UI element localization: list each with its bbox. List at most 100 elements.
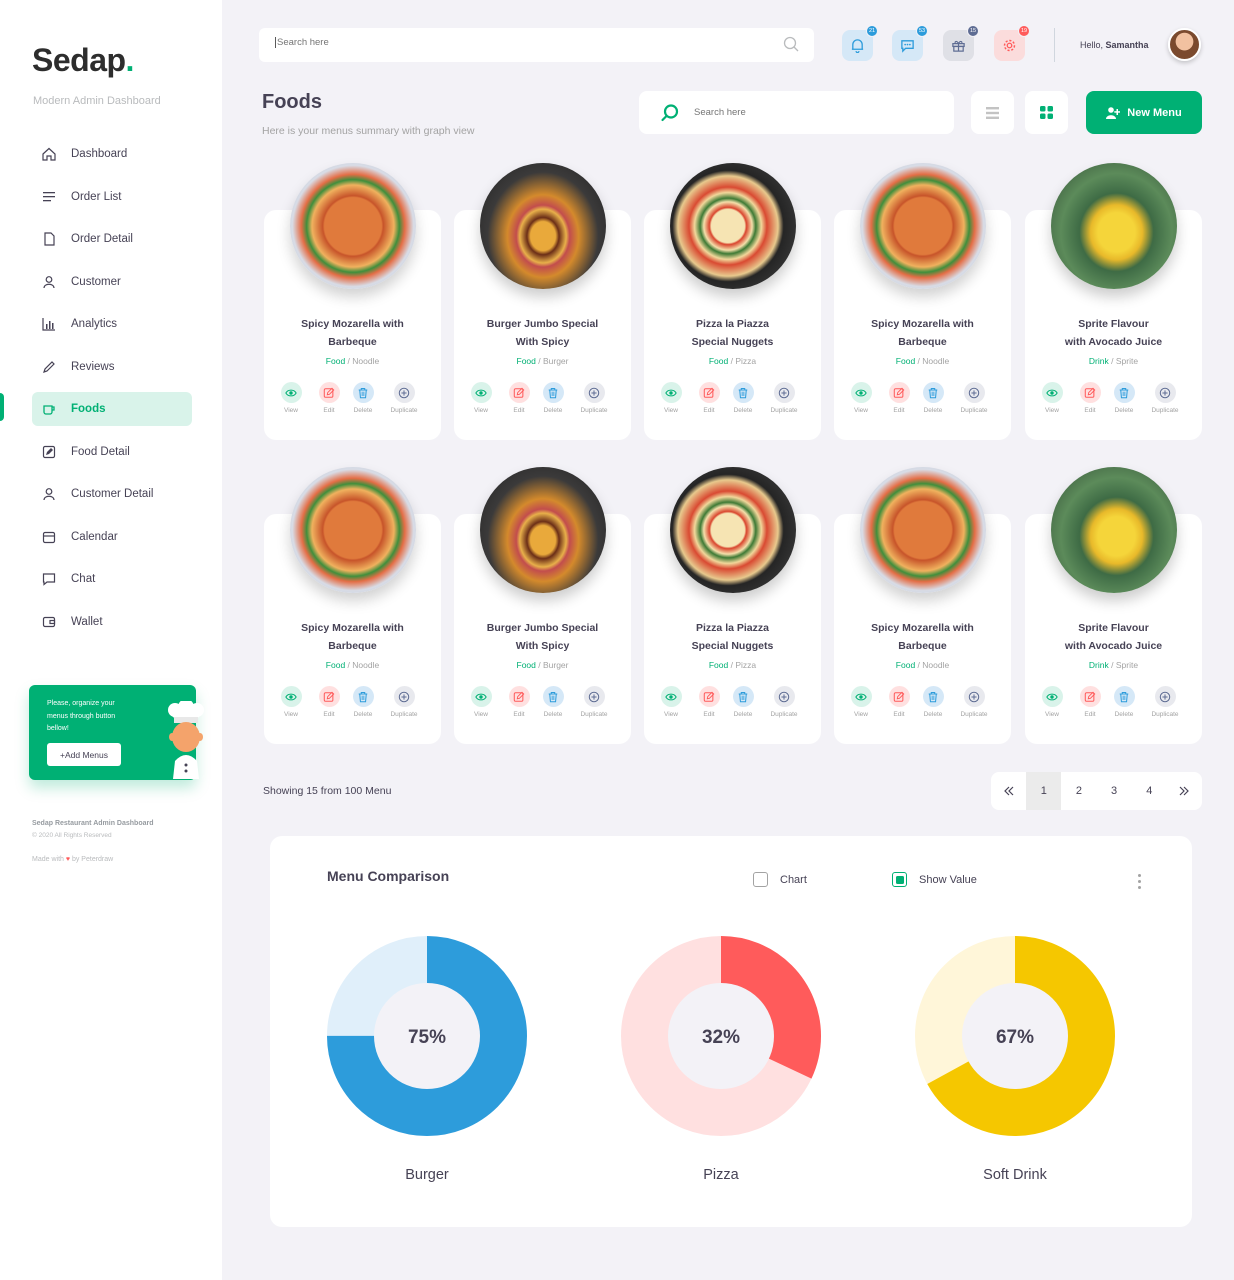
- sidebar-item-order-list[interactable]: Order List: [32, 180, 192, 214]
- pencil-icon: [43, 360, 55, 373]
- duplicate-action[interactable]: Duplicate: [764, 382, 804, 414]
- duplicate-action[interactable]: Duplicate: [764, 686, 804, 718]
- chart-checkbox[interactable]: Chart: [753, 872, 807, 887]
- view-action[interactable]: View: [841, 686, 881, 718]
- duplicate-action[interactable]: Duplicate: [954, 382, 994, 414]
- search-icon[interactable]: [660, 103, 680, 123]
- sidebar-item-reviews[interactable]: Reviews: [32, 350, 192, 384]
- home-icon: [42, 147, 56, 161]
- delete-action[interactable]: Delete: [1104, 382, 1144, 414]
- view-label: View: [284, 407, 298, 414]
- list-icon: [986, 106, 999, 119]
- add-menus-button[interactable]: +Add Menus: [47, 743, 121, 766]
- duplicate-action[interactable]: Duplicate: [384, 686, 424, 718]
- top-search-input[interactable]: [275, 37, 755, 48]
- view-action[interactable]: View: [461, 686, 501, 718]
- food-image[interactable]: [1051, 467, 1177, 593]
- sidebar: Sedap. Modern Admin Dashboard Dashboard O…: [0, 0, 222, 1280]
- view-action[interactable]: View: [271, 382, 311, 414]
- delete-action[interactable]: Delete: [723, 686, 763, 718]
- sidebar-item-analytics[interactable]: Analytics: [32, 307, 192, 341]
- food-image[interactable]: [670, 467, 796, 593]
- duplicate-action[interactable]: Duplicate: [954, 686, 994, 718]
- more-options-icon[interactable]: [1138, 874, 1142, 892]
- delete-action[interactable]: Delete: [723, 382, 763, 414]
- food-category: Food / Noodle: [895, 356, 950, 366]
- page-button[interactable]: 3: [1097, 772, 1132, 810]
- food-image[interactable]: [290, 467, 416, 593]
- page-button[interactable]: 4: [1132, 772, 1167, 810]
- view-action[interactable]: View: [841, 382, 881, 414]
- edit-icon: [1084, 387, 1096, 398]
- view-action[interactable]: View: [651, 686, 691, 718]
- grid-view-button[interactable]: [1025, 91, 1068, 134]
- show-value-checkbox[interactable]: Show Value: [892, 872, 977, 887]
- view-action[interactable]: View: [461, 382, 501, 414]
- food-image[interactable]: [480, 163, 606, 289]
- duplicate-action[interactable]: Duplicate: [1145, 382, 1185, 414]
- page-button[interactable]: 2: [1061, 772, 1096, 810]
- duplicate-action[interactable]: Duplicate: [574, 382, 614, 414]
- footer-copyright: © 2020 All Rights Reserved: [32, 832, 112, 839]
- delete-action[interactable]: Delete: [533, 382, 573, 414]
- plus-circle-icon: [1159, 387, 1171, 398]
- page-prev-button[interactable]: [991, 772, 1026, 810]
- new-menu-button[interactable]: New Menu: [1086, 91, 1202, 134]
- food-image[interactable]: [860, 163, 986, 289]
- delete-action[interactable]: Delete: [913, 382, 953, 414]
- view-action[interactable]: View: [1032, 686, 1072, 718]
- brand-logo[interactable]: Sedap.: [32, 42, 134, 79]
- sidebar-item-chat[interactable]: Chat: [32, 562, 192, 596]
- sidebar-item-label: Customer: [71, 275, 121, 288]
- sidebar-item-order-detail[interactable]: Order Detail: [32, 222, 192, 256]
- delete-action[interactable]: Delete: [343, 382, 383, 414]
- sidebar-item-calendar[interactable]: Calendar: [32, 520, 192, 554]
- duplicate-label: Duplicate: [390, 711, 418, 718]
- delete-action[interactable]: Delete: [1104, 686, 1144, 718]
- delete-label: Delete: [353, 711, 373, 718]
- sidebar-item-food-detail[interactable]: Food Detail: [32, 435, 192, 469]
- sidebar-item-customer-detail[interactable]: Customer Detail: [32, 477, 192, 511]
- food-name-line2: With Spicy: [515, 640, 570, 652]
- chart-checkbox-label: Chart: [780, 873, 807, 886]
- delete-action[interactable]: Delete: [343, 686, 383, 718]
- user-icon: [43, 488, 55, 501]
- food-image[interactable]: [670, 163, 796, 289]
- view-action[interactable]: View: [651, 382, 691, 414]
- eye-icon: [475, 389, 487, 396]
- duplicate-label: Duplicate: [580, 407, 608, 414]
- duplicate-action[interactable]: Duplicate: [384, 382, 424, 414]
- sidebar-item-customer[interactable]: Customer: [32, 265, 192, 299]
- user-avatar[interactable]: [1168, 28, 1201, 61]
- duplicate-action[interactable]: Duplicate: [1145, 686, 1185, 718]
- gifts-button[interactable]: 15: [943, 25, 979, 61]
- sidebar-item-foods[interactable]: Foods: [32, 392, 192, 426]
- duplicate-action[interactable]: Duplicate: [574, 686, 614, 718]
- food-image[interactable]: [860, 467, 986, 593]
- page-next-button[interactable]: [1167, 772, 1202, 810]
- food-image[interactable]: [1051, 163, 1177, 289]
- view-action[interactable]: View: [271, 686, 311, 718]
- view-action[interactable]: View: [1032, 382, 1072, 414]
- delete-label: Delete: [1114, 407, 1134, 414]
- sidebar-item-dashboard[interactable]: Dashboard: [32, 137, 192, 171]
- search-icon[interactable]: [783, 36, 800, 53]
- plus-circle-icon: [1159, 691, 1171, 702]
- sidebar-item-label: Order Detail: [71, 233, 133, 245]
- sidebar-item-label: Chat: [71, 573, 96, 585]
- food-image[interactable]: [290, 163, 416, 289]
- view-label: View: [854, 407, 868, 414]
- delete-action[interactable]: Delete: [533, 686, 573, 718]
- delete-action[interactable]: Delete: [913, 686, 953, 718]
- food-image[interactable]: [480, 467, 606, 593]
- list-view-button[interactable]: [971, 91, 1014, 134]
- notifications-button[interactable]: 21: [842, 25, 878, 61]
- page-button[interactable]: 1: [1026, 772, 1062, 810]
- messages-button[interactable]: 53: [892, 25, 928, 61]
- settings-button[interactable]: 19: [994, 25, 1030, 61]
- sidebar-item-label: Food Detail: [71, 445, 130, 458]
- view-label: View: [474, 407, 488, 414]
- food-search-input[interactable]: [694, 107, 934, 118]
- sidebar-item-wallet[interactable]: Wallet: [32, 605, 192, 639]
- food-name-line2: Barbeque: [328, 640, 377, 652]
